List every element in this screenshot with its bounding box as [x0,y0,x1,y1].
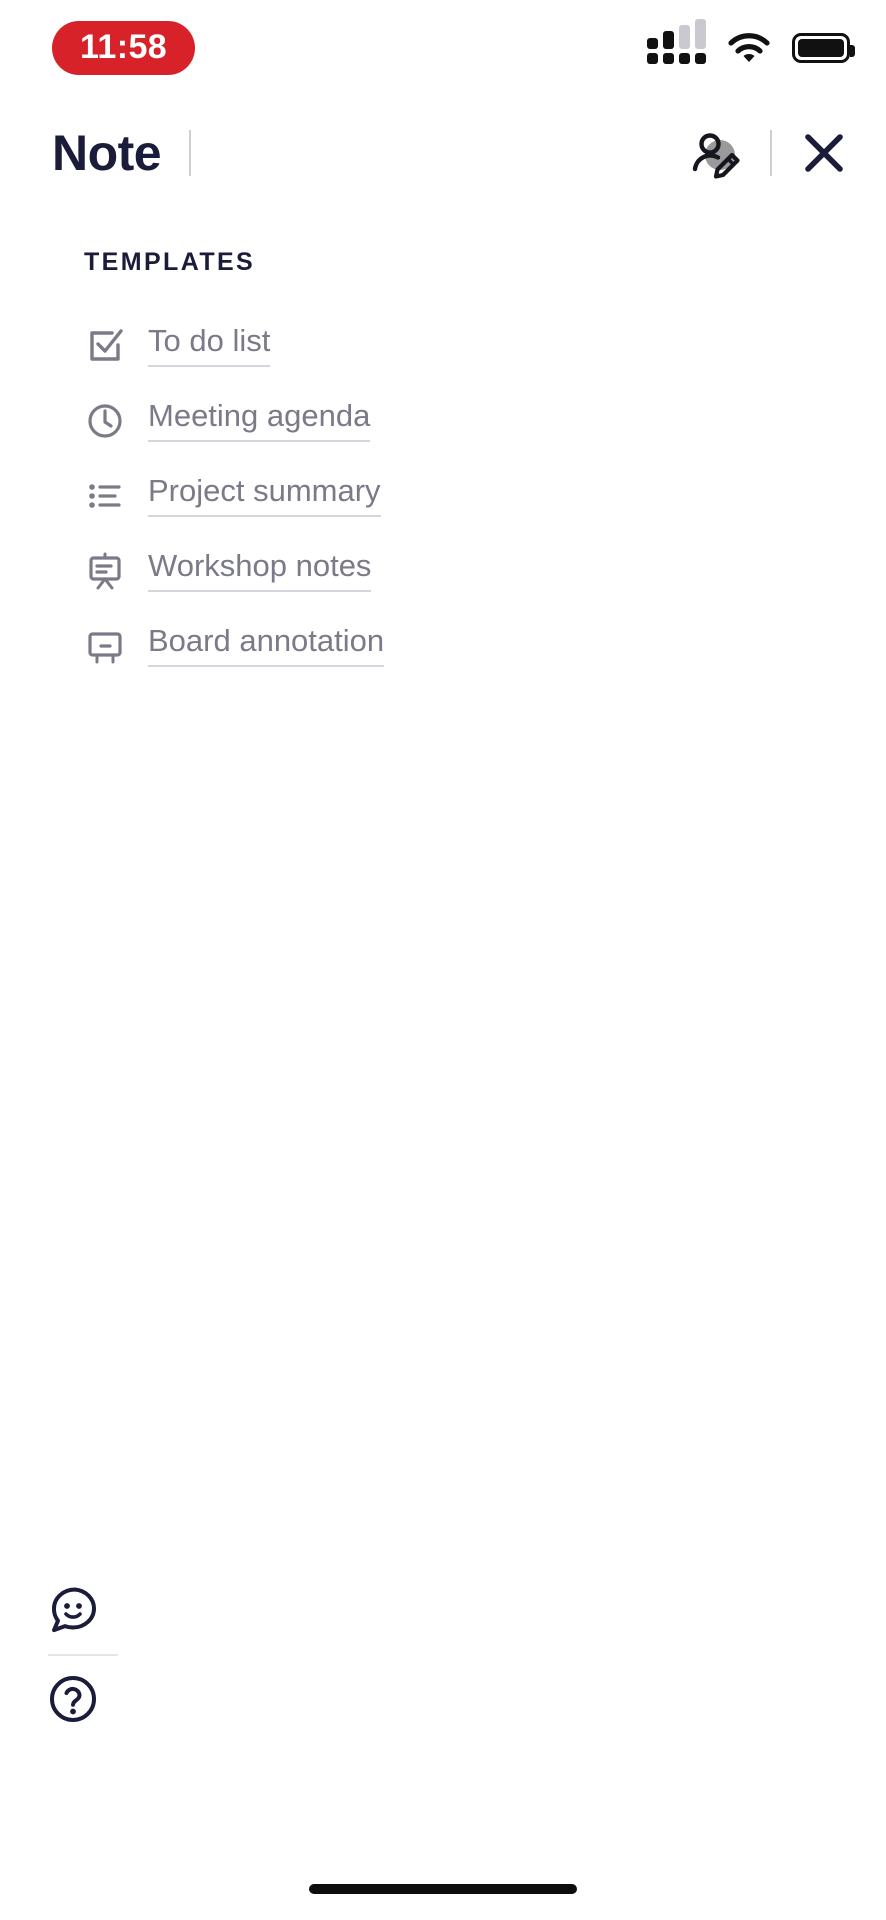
template-label: Project summary [148,474,381,517]
app-header: Note [0,108,886,198]
bottom-rail [44,1568,122,1742]
template-item-board-annotation[interactable]: Board annotation [84,608,846,683]
header-actions [686,124,850,182]
person-edit-icon[interactable] [686,124,744,182]
header-title-group: Note [52,124,192,182]
whiteboard-icon [84,625,126,667]
template-item-project-summary[interactable]: Project summary [84,458,846,533]
template-label: Meeting agenda [148,399,371,442]
clock-icon [84,400,126,442]
page-title: Note [52,125,162,181]
bulleted-list-icon [84,475,126,517]
wifi-icon [728,33,770,62]
status-icons [647,19,855,64]
chat-smiley-icon [52,1587,97,1633]
cellular-signal-icon [647,19,706,64]
feedback-button[interactable] [44,1568,122,1654]
checkbox-checked-icon [84,325,126,367]
help-button[interactable] [44,1656,122,1742]
template-item-meeting-agenda[interactable]: Meeting agenda [84,383,846,458]
template-label: Workshop notes [148,549,372,592]
status-bar: 11:58 [0,0,886,96]
template-label: Board annotation [148,624,385,667]
close-icon[interactable] [798,127,850,179]
templates-section-label: TEMPLATES [84,248,256,276]
header-divider [189,130,192,176]
easel-board-icon [84,550,126,592]
templates-list: To do list Meeting agenda Project summar… [84,308,846,683]
template-item-to-do-list[interactable]: To do list [84,308,846,383]
status-time: 11:58 [52,21,196,75]
home-indicator [309,1884,577,1894]
template-item-workshop-notes[interactable]: Workshop notes [84,533,846,608]
app-screen: 11:58 Note TEMPLATES To do list Meeting … [0,0,886,1920]
question-circle-icon [50,1676,96,1722]
actions-divider [770,130,772,176]
battery-full-icon [792,33,855,63]
template-label: To do list [148,324,271,367]
